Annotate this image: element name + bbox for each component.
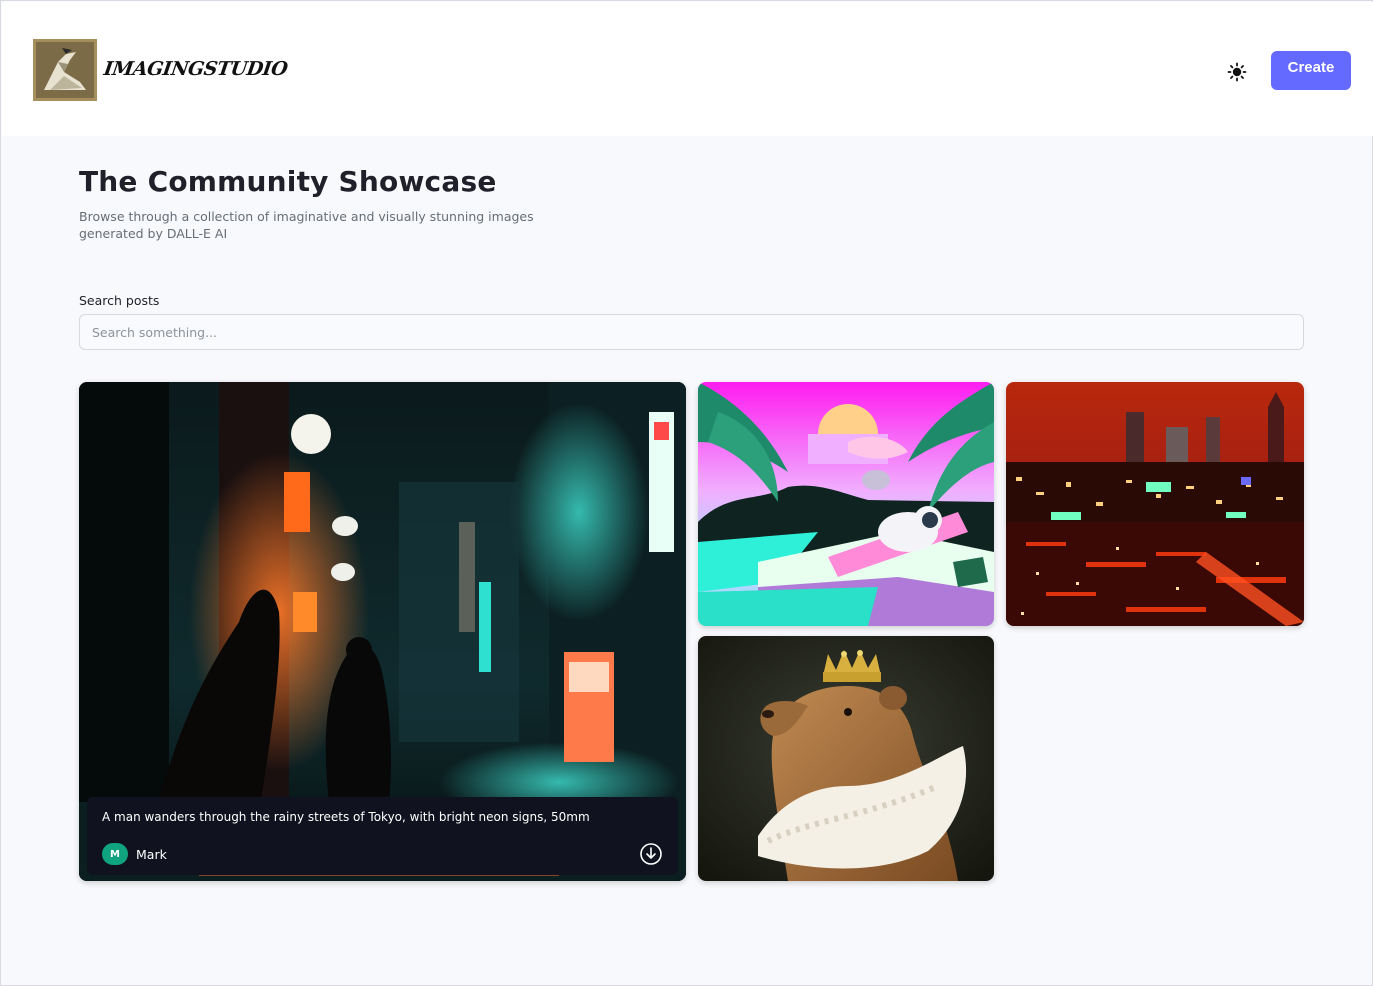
top-header: IMAGINGSTUDIO Create xyxy=(2,2,1373,136)
author: M Mark xyxy=(102,843,167,865)
search-input[interactable] xyxy=(79,314,1304,350)
page-title: The Community Showcase xyxy=(79,165,497,198)
search-label: Search posts xyxy=(79,293,160,308)
post-image-city xyxy=(1006,382,1304,626)
app-frame: IMAGINGSTUDIO Create The Community Showc… xyxy=(0,0,1373,986)
post-prompt: A man wanders through the rainy streets … xyxy=(102,810,590,824)
post-card-capybara[interactable] xyxy=(698,636,994,881)
avatar: M xyxy=(102,843,128,865)
post-image-capybara xyxy=(698,636,994,881)
logo-image[interactable] xyxy=(33,39,97,101)
post-overlay: A man wanders through the rainy streets … xyxy=(87,797,678,875)
post-image-astronaut xyxy=(698,382,994,626)
create-button[interactable]: Create xyxy=(1271,51,1351,90)
author-row: M Mark xyxy=(102,843,663,865)
logo-text[interactable]: IMAGINGSTUDIO xyxy=(102,58,288,80)
post-card-tokyo[interactable]: A man wanders through the rainy streets … xyxy=(79,382,686,881)
download-icon[interactable] xyxy=(639,842,663,866)
post-card-city[interactable] xyxy=(1006,382,1304,626)
author-name: Mark xyxy=(136,846,167,862)
page-subtitle: Browse through a collection of imaginati… xyxy=(79,209,534,241)
post-card-astronaut[interactable] xyxy=(698,382,994,626)
sun-icon[interactable] xyxy=(1226,61,1248,83)
